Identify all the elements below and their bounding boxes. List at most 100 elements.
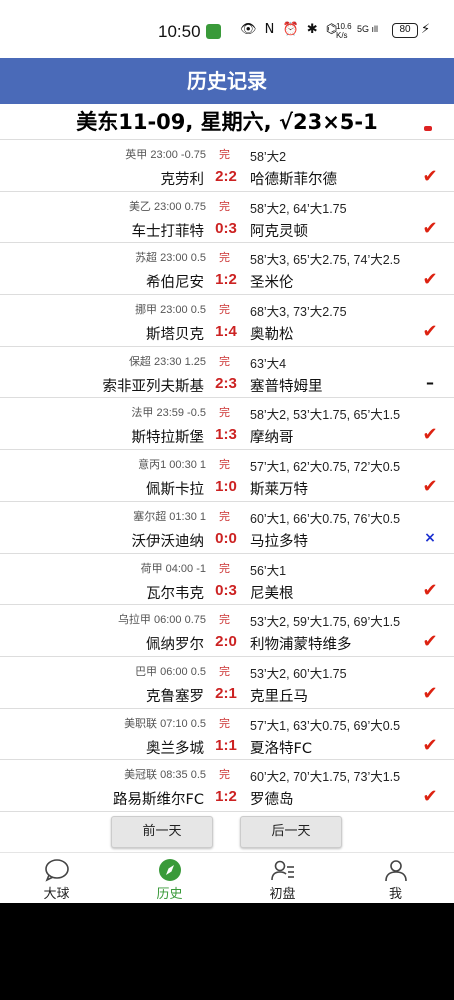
match-status: 完 (219, 613, 230, 627)
match-row[interactable]: 意丙1 00:30 1 完 57’大1, 62’大0.75, 72’大0.5 佩斯卡拉… (0, 450, 454, 502)
league-info: 荷甲 04:00 -1 (140, 562, 206, 575)
match-status: 完 (219, 509, 230, 523)
match-row[interactable]: 美职联 07:10 0.5 完 57’大1, 63’大0.75, 69’大0.5 奥兰… (0, 709, 454, 761)
goal-line-events: 63’大4 (250, 356, 287, 371)
goal-line-events: 60’大1, 66’大0.75, 76’大0.5 (250, 511, 401, 526)
result-mark-icon: ✔ (422, 166, 438, 187)
result-mark-icon: ✔ (422, 424, 438, 446)
match-list: 英甲 23:00 -0.75 完 58’大2 克劳利 2:2 哈德斯菲尔德 ✔ 美乙 23:0… (0, 140, 454, 812)
tab-big-ball[interactable]: 大球 (0, 853, 113, 903)
goal-line-events: 58’大2 (250, 150, 287, 164)
away-team: 圣米伦 (250, 275, 294, 292)
match-score: 1:2 (215, 271, 237, 289)
match-score: 1:3 (215, 426, 237, 444)
away-team: 摩纳哥 (250, 430, 294, 447)
match-row[interactable]: 巴甲 06:00 0.5 完 53’大2, 60’大1.75 克鲁塞罗 2:1 克里丘马 ✔ (0, 656, 454, 709)
match-status: 完 (219, 148, 230, 161)
match-row[interactable]: 挪甲 23:00 0.5 完 68’大3, 73’大2.75 斯塔贝克 1:4 奥勒松 ✔ (0, 295, 454, 347)
speed-unit: K/s (336, 31, 348, 40)
goal-line-events: 60’大2, 70’大1.75, 73’大1.5 (250, 770, 401, 785)
away-team: 利物浦蒙特维多 (250, 637, 352, 654)
home-team: 路易斯维尔FC (113, 792, 204, 809)
league-info: 巴甲 06:00 0.5 (135, 665, 206, 678)
home-team: 车士打菲特 (131, 223, 205, 240)
match-row[interactable]: 美乙 23:00 0.75 完 58’大2, 64’大1.75 车士打菲特 0:3 阿克灵… (0, 192, 454, 244)
goal-line-events: 58’大2, 53’大1.75, 65’大1.5 (250, 408, 401, 423)
tab-me[interactable]: 我 (339, 853, 452, 903)
result-mark-icon: ✔ (422, 786, 438, 808)
home-team: 克劳利 (160, 172, 205, 188)
result-mark-icon: ✔ (422, 321, 438, 343)
status-icons: 👁 N ⏰ ✱ ⌬ (240, 22, 340, 37)
match-row[interactable]: 苏超 23:00 0.5 完 58’大3, 65’大2.75, 74’大2.5 希伯尼… (0, 243, 454, 296)
league-info: 美冠联 08:35 0.5 (124, 769, 206, 782)
match-score: 2:3 (215, 374, 237, 392)
goal-line-events: 53’大2, 60’大1.75 (250, 666, 347, 681)
goal-line-events: 56’大1 (250, 563, 287, 578)
league-info: 挪甲 23:00 0.5 (135, 304, 206, 317)
match-row[interactable]: 英甲 23:00 -0.75 完 58’大2 克劳利 2:2 哈德斯菲尔德 ✔ (0, 140, 454, 192)
charging-icon: ⚡ (421, 22, 431, 37)
tab-label: 我 (388, 887, 402, 902)
home-team: 佩斯卡拉 (146, 482, 204, 499)
league-info: 美乙 23:00 0.75 (128, 200, 206, 213)
match-status: 完 (219, 303, 230, 317)
league-info: 乌拉甲 06:00 0.75 (117, 614, 206, 627)
goal-line-events: 53’大2, 59’大1.75, 69’大1.5 (250, 615, 401, 630)
match-score: 1:2 (215, 788, 237, 806)
match-score: 0:0 (215, 529, 237, 547)
result-mark-icon: ✔ (422, 734, 438, 756)
date-title: 美东11-09, 星期六, √23×5-1 (0, 104, 454, 140)
home-team: 索非亚列夫斯基 (102, 378, 205, 395)
goal-line-events: 57’大1, 62’大0.75, 72’大0.5 (250, 460, 401, 475)
home-team: 克鲁塞罗 (146, 688, 204, 705)
compass-icon (158, 859, 181, 881)
match-score: 0:3 (215, 581, 237, 599)
next-day-button[interactable]: 后一天 (240, 816, 342, 848)
day-navigation: 前一天 后一天 (0, 816, 454, 852)
away-team: 罗德岛 (250, 792, 294, 809)
tab-opening-odds[interactable]: 初盘 (226, 853, 339, 903)
away-team: 克里丘马 (250, 688, 308, 705)
speed-value: 10.6 (336, 22, 352, 31)
match-row[interactable]: 法甲 23:59 -0.5 完 58’大2, 53’大1.75, 65’大1.5 斯特… (0, 398, 454, 451)
battery-icon: 80 (392, 23, 418, 38)
match-status: 完 (219, 664, 230, 678)
match-row[interactable]: 保超 23:30 1.25 完 63’大4 索非亚列夫斯基 2:3 塞普特姆里 – (0, 346, 454, 399)
match-status: 完 (219, 199, 230, 213)
match-status: 完 (219, 458, 230, 472)
match-status: 完 (219, 251, 230, 265)
bottom-tab-bar: 大球 历史 初盘 我 (0, 852, 454, 903)
match-row[interactable]: 乌拉甲 06:00 0.75 完 53’大2, 59’大1.75, 69’大1.5 佩… (0, 605, 454, 657)
match-row[interactable]: 荷甲 04:00 -1 完 56’大1 瓦尔韦克 0:3 尼美根 ✔ (0, 553, 454, 606)
status-bar: 10:50 👁 N ⏰ ✱ ⌬ 10.6 K/s 5G ıll 80 ⚡ (0, 0, 454, 58)
result-mark-icon: × (424, 529, 436, 546)
match-score: 1:0 (215, 478, 237, 496)
home-team: 沃伊沃迪纳 (131, 533, 205, 550)
previous-day-button[interactable]: 前一天 (111, 816, 213, 848)
goal-line-events: 68’大3, 73’大2.75 (250, 305, 347, 320)
signal-icon: 5G ıll (357, 24, 379, 34)
away-team: 马拉多特 (250, 533, 308, 550)
match-row[interactable]: 美冠联 08:35 0.5 完 60’大2, 70’大1.75, 73’大1.5 路易… (0, 760, 454, 812)
match-row[interactable]: 塞尔超 01:30 1 完 60’大1, 66’大0.75, 76’大0.5 沃伊沃迪… (0, 502, 454, 554)
home-team: 奥兰多城 (146, 740, 204, 757)
goal-line-events: 58’大2, 64’大1.75 (250, 201, 347, 216)
away-team: 斯莱万特 (250, 482, 308, 499)
goal-line-events: 57’大1, 63’大0.75, 69’大0.5 (250, 718, 401, 733)
match-status: 完 (219, 768, 230, 782)
away-team: 夏洛特FC (250, 740, 312, 757)
result-mark-icon: ✔ (422, 269, 438, 291)
result-mark-icon: ✔ (422, 579, 438, 601)
app-notification-icon (206, 24, 221, 39)
contacts-icon (270, 860, 294, 881)
home-team: 希伯尼安 (146, 275, 204, 292)
match-status: 完 (219, 716, 230, 730)
match-score: 0:3 (215, 219, 237, 237)
away-team: 尼美根 (250, 585, 294, 602)
date-title-text: 美东11-09, 星期六, √23×5-1 (76, 110, 378, 134)
tab-history[interactable]: 历史 (113, 853, 226, 903)
person-icon (384, 860, 407, 882)
league-info: 苏超 23:00 0.5 (135, 252, 206, 265)
home-team: 斯特拉斯堡 (131, 430, 205, 447)
